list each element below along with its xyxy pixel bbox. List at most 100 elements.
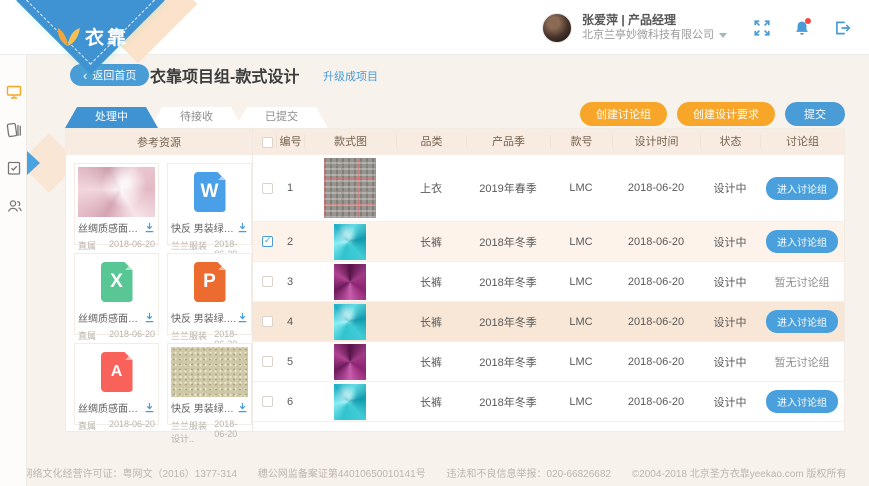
fullscreen-icon[interactable] — [753, 19, 771, 37]
fabric-swatch-purple[interactable] — [334, 344, 366, 380]
status-text: 设计中 — [700, 234, 760, 250]
table-row: 1 上衣 2019年春季 LMC 2018-06-20 设计中 进入讨论组 — [253, 155, 844, 222]
table-row: 3 长裤 2018年冬季 LMC 2018-06-20 设计中 暂无讨论组 — [253, 262, 844, 302]
tab-submitted[interactable]: 已提交 — [235, 107, 328, 128]
table-row: 2 长裤 2018年冬季 LMC 2018-06-20 设计中 进入讨论组 — [253, 222, 844, 262]
file-date: 2018-06-20 — [109, 329, 155, 342]
people-icon — [6, 198, 22, 214]
table-header: 编号 款式图 品类 产品季 款号 设计时间 状态 讨论组 — [253, 129, 844, 155]
resources-grid: 丝绸质感面料.JPG 直属 2018-06-20 W 快反 男装绿毛...doc… — [66, 155, 252, 433]
footer-report: 违法和不良信息举报：020-66826682 — [446, 469, 611, 480]
sidebar-rail — [0, 55, 27, 486]
download-icon[interactable] — [144, 402, 155, 413]
col-header-style-image: 款式图 — [304, 135, 396, 149]
file-name: 丝绸质感面料.xsl — [78, 310, 144, 325]
create-discussion-group-button[interactable]: 创建讨论组 — [580, 102, 667, 126]
download-icon[interactable] — [144, 222, 155, 233]
user-name: 张爱萍 | 产品经理 — [582, 12, 727, 28]
styles-table: 编号 款式图 品类 产品季 款号 设计时间 状态 讨论组 1 上衣 2019年春… — [253, 129, 844, 431]
file-name: 丝绸质感面料.JPG — [78, 220, 144, 235]
col-header-category: 品类 — [396, 135, 466, 149]
footer-copyright: ©2004-2018 北京圣方衣靠yeekao.com 版权所有 — [632, 469, 847, 480]
status-text: 设计中 — [700, 354, 760, 370]
sidebar-item-tasks[interactable] — [0, 153, 27, 183]
select-all-checkbox[interactable] — [262, 137, 273, 148]
enter-discussion-button[interactable]: 进入讨论组 — [766, 310, 838, 333]
download-icon[interactable] — [237, 402, 248, 413]
footer: 网络文化经营许可证：粤网文（2016）1377-314 穗公网监备案证第4401… — [0, 465, 869, 480]
status-text: 设计中 — [700, 180, 760, 196]
col-header-status: 状态 — [700, 135, 760, 149]
tab-processing[interactable]: 处理中 — [65, 107, 158, 128]
reference-resources-panel: 参考资源 丝绸质感面料.JPG 直属 2018-06-20 W 快反 男装绿毛.… — [66, 129, 253, 431]
status-tabs: 处理中 待接收 已提交 — [65, 107, 320, 128]
butterfly-icon — [55, 26, 81, 48]
row-checkbox[interactable] — [262, 396, 273, 407]
page-title: 衣靠项目组-款式设计 — [150, 63, 299, 87]
chevron-left-icon: ‹ — [83, 69, 87, 82]
row-checkbox[interactable] — [262, 356, 273, 367]
fabric-swatch-plaid[interactable] — [324, 158, 376, 218]
sidebar-expand-arrow[interactable] — [27, 151, 40, 175]
logout-icon[interactable] — [833, 19, 851, 37]
file-name: 丝绸质感面料.PDF — [78, 400, 144, 415]
create-design-requirement-button[interactable]: 创建设计要求 — [677, 102, 775, 126]
book-icon — [6, 122, 22, 138]
file-date: 2018-06-20 — [214, 419, 248, 445]
download-icon[interactable] — [237, 312, 248, 323]
enter-discussion-button[interactable]: 进入讨论组 — [766, 390, 838, 413]
fabric-swatch-cyan[interactable] — [334, 304, 366, 340]
company-selector[interactable]: 北京兰亭妙微科技有限公司 — [582, 28, 727, 43]
file-name: 快反 男装绿...PPTX — [171, 310, 237, 325]
no-discussion-text: 暂无讨论组 — [775, 274, 830, 290]
fabric-swatch-purple[interactable] — [334, 264, 366, 300]
logo-text: 衣靠 — [85, 23, 129, 50]
fabric-swatch-cyan[interactable] — [334, 384, 366, 420]
footer-license: 网络文化经营许可证：粤网文（2016）1377-314 — [23, 469, 238, 480]
file-name: 快反 男装绿毛...doc — [171, 220, 237, 235]
file-source: 直属 — [78, 329, 96, 342]
sidebar-item-resources[interactable] — [0, 115, 27, 145]
file-source: 直属 — [78, 419, 96, 432]
back-home-button[interactable]: ‹ 返回首页 — [70, 64, 149, 86]
notifications-bell-icon[interactable] — [793, 19, 811, 37]
resources-header: 参考资源 — [66, 129, 252, 155]
file-card[interactable]: 快反 男装绿毛...JPG 兰兰服装设计.. 2018-06-20 — [167, 343, 252, 425]
avatar[interactable] — [542, 13, 572, 43]
file-card[interactable]: W 快反 男装绿毛...doc 兰兰服装设计.. 2018-06-20 — [167, 163, 252, 245]
file-source: 直属 — [78, 239, 96, 252]
download-icon[interactable] — [144, 312, 155, 323]
col-header-season: 产品季 — [466, 135, 550, 149]
file-card[interactable]: X 丝绸质感面料.xsl 直属 2018-06-20 — [74, 253, 159, 335]
logo[interactable]: 衣靠 — [55, 23, 129, 50]
main-panel: 参考资源 丝绸质感面料.JPG 直属 2018-06-20 W 快反 男装绿毛.… — [65, 128, 845, 432]
row-checkbox[interactable] — [262, 183, 273, 194]
word-file-icon: W — [194, 172, 226, 212]
notification-dot — [805, 18, 811, 24]
sidebar-item-workspace[interactable] — [0, 77, 27, 107]
tab-pending[interactable]: 待接收 — [150, 107, 243, 128]
fabric-swatch-cyan[interactable] — [334, 224, 366, 260]
download-icon[interactable] — [237, 222, 248, 233]
row-checkbox[interactable] — [262, 316, 273, 327]
upgrade-project-link[interactable]: 升级成项目 — [323, 68, 378, 84]
row-checkbox[interactable] — [262, 276, 273, 287]
file-date: 2018-06-20 — [109, 419, 155, 432]
status-text: 设计中 — [700, 394, 760, 410]
file-date: 2018-06-20 — [109, 239, 155, 252]
col-header-style-no: 款号 — [550, 135, 612, 149]
sidebar-item-contacts[interactable] — [0, 191, 27, 221]
company-name: 北京兰亭妙微科技有限公司 — [582, 28, 714, 43]
top-bar: 张爱萍 | 产品经理 北京兰亭妙微科技有限公司 — [0, 0, 869, 55]
submit-button[interactable]: 提交 — [785, 102, 845, 126]
pink-silk-thumbnail — [78, 167, 155, 217]
file-card[interactable]: A 丝绸质感面料.PDF 直属 2018-06-20 — [74, 343, 159, 425]
status-text: 设计中 — [700, 314, 760, 330]
col-header-discussion: 讨论组 — [760, 135, 844, 149]
file-card[interactable]: 丝绸质感面料.JPG 直属 2018-06-20 — [74, 163, 159, 245]
file-card[interactable]: P 快反 男装绿...PPTX 兰兰服装设计.. 2018-06-20 — [167, 253, 252, 335]
row-checkbox[interactable] — [262, 236, 273, 247]
enter-discussion-button[interactable]: 进入讨论组 — [766, 230, 838, 253]
enter-discussion-button[interactable]: 进入讨论组 — [766, 177, 838, 200]
col-header-no: 编号 — [276, 135, 304, 149]
